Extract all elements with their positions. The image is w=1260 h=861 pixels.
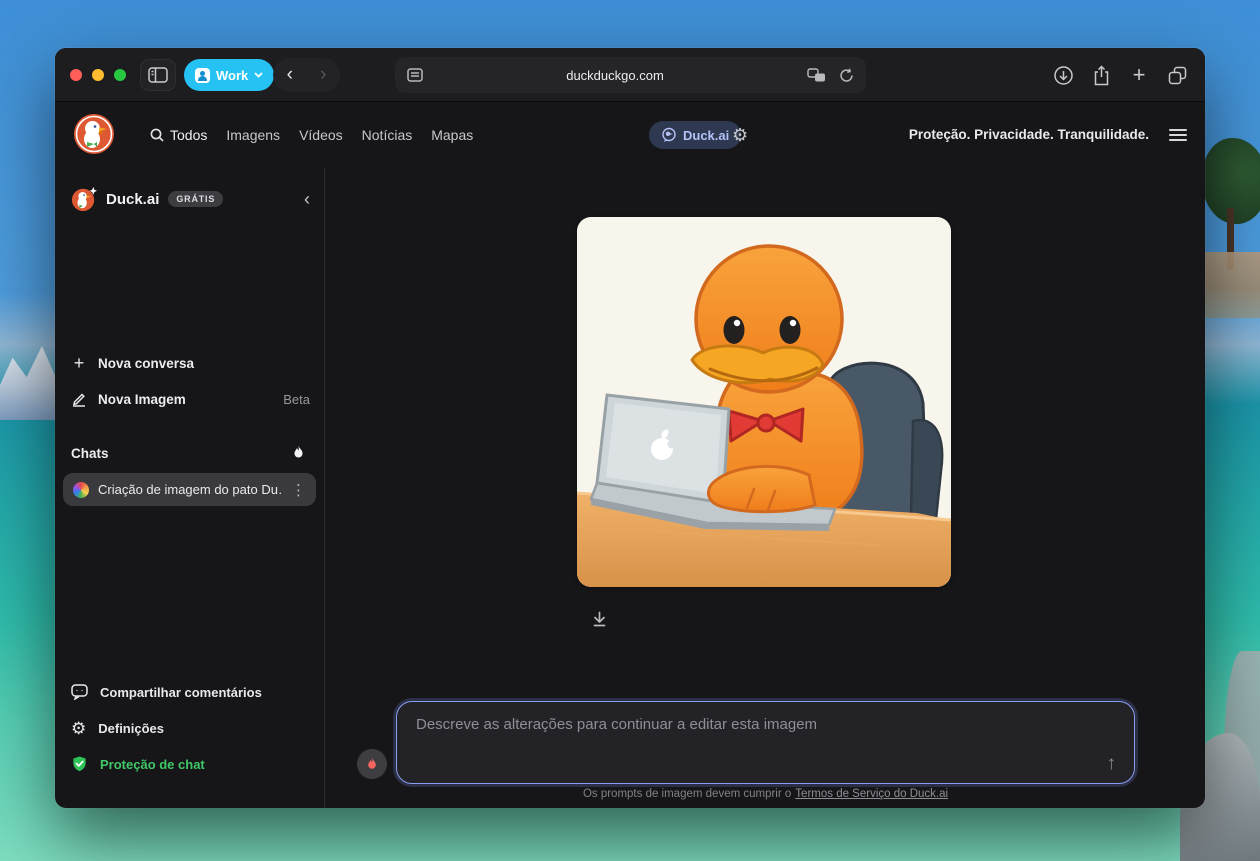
tab-maps[interactable]: Mapas [431,127,473,143]
minimize-window-button[interactable] [92,69,104,81]
new-tab-button[interactable]: + [1127,62,1151,88]
terms-link[interactable]: Termos de Serviço do Duck.ai [795,788,948,800]
zoom-window-button[interactable] [114,69,126,81]
chat-list-item[interactable]: Criação de imagem do pato Du… ⋮ [63,473,316,506]
profile-switcher-button[interactable]: Work [184,59,274,91]
forward-button[interactable]: › [307,60,341,90]
downloads-button[interactable] [1051,65,1075,86]
search-icon [150,128,164,142]
assistant-flame-avatar [357,749,387,779]
gratis-badge: GRÁTIS [168,191,223,207]
chat-protection-label: Proteção de chat [100,757,205,772]
tab-videos[interactable]: Vídeos [299,127,343,143]
chat-protection-button[interactable]: Proteção de chat [71,746,310,782]
tab-all[interactable]: Todos [150,127,207,143]
tab-images[interactable]: Imagens [226,127,280,143]
menu-hamburger-icon[interactable] [1169,129,1187,141]
duckai-brand-row: Duck.ai GRÁTIS ‹ [71,182,310,216]
browser-window: Work ‹ › duckduckgo.com [55,48,1205,808]
tagline-text: Proteção. Privacidade. Tranquilidade. [909,127,1149,142]
submit-prompt-button[interactable]: ↑ [1107,753,1117,775]
back-button[interactable]: ‹ [273,60,307,90]
translate-icon[interactable] [807,68,826,83]
browser-toolbar: Work ‹ › duckduckgo.com [55,48,1205,102]
duckai-header-button[interactable]: Duck.ai [649,121,741,149]
duckduckgo-header: Todos Imagens Vídeos Notícias Mapas Duck… [55,102,1205,168]
pencil-icon [71,391,87,407]
sidebar-toggle-icon [148,67,168,83]
profile-badge-icon [195,68,210,83]
close-window-button[interactable] [70,69,82,81]
duckai-logo-icon [71,186,97,212]
composer-footer: Os prompts de imagem devem cumprir o Term… [396,788,1135,800]
duckai-sidebar: Duck.ai GRÁTIS ‹ + Nova conversa Nova Im… [55,168,324,808]
settings-label: Definições [98,721,164,736]
share-button[interactable] [1089,65,1113,86]
share-feedback-button[interactable]: Compartilhar comentários [71,674,310,710]
new-image-label: Nova Imagem [98,392,186,407]
download-image-button[interactable] [586,606,612,632]
duckai-label: Duck.ai [683,128,729,143]
page-settings-icon[interactable] [407,68,423,82]
chat-item-title: Criação de imagem do pato Du… [98,482,282,497]
shield-check-icon [71,755,88,773]
prompt-input[interactable] [397,702,1134,783]
toolbar-right-actions: + [1051,48,1189,102]
tab-overview-button[interactable] [1165,66,1189,85]
chats-label: Chats [71,446,109,461]
wallpaper-pine-tree [1198,138,1260,270]
url-text: duckduckgo.com [423,68,807,83]
prompt-composer: ↑ [396,701,1135,784]
collapse-sidebar-button[interactable]: ‹ [304,191,310,207]
share-feedback-label: Compartilhar comentários [100,685,262,700]
duckai-icon [661,127,677,143]
new-chat-button[interactable]: + Nova conversa [71,348,310,378]
flame-icon [365,757,379,772]
feedback-bubble-icon [71,684,88,700]
duckduckgo-logo[interactable] [73,113,115,155]
duck-illustration [577,217,951,587]
sidebar-toggle-button[interactable] [141,60,175,90]
new-image-button[interactable]: Nova Imagem Beta [71,384,310,414]
beta-tag: Beta [283,392,310,407]
sidebar-footer: Compartilhar comentários ⚙ Definições Pr… [71,674,310,782]
search-vertical-nav: Todos Imagens Vídeos Notícias Mapas [150,102,473,168]
reload-icon[interactable] [839,68,854,83]
profile-label: Work [216,68,248,83]
fire-icon [291,445,306,461]
settings-button[interactable]: ⚙ Definições [71,710,310,746]
sidebar-divider [324,168,325,808]
traffic-lights [70,69,126,81]
chat-item-menu-button[interactable]: ⋮ [291,481,306,499]
history-nav: ‹ › [273,58,340,92]
wallpaper-shore-rocks [1200,252,1260,318]
duckai-title: Duck.ai [106,191,159,208]
new-chat-label: Nova conversa [98,356,194,371]
image-model-icon [73,482,89,498]
settings-gear-icon[interactable]: ⚙ [732,125,748,145]
address-bar[interactable]: duckduckgo.com [395,57,866,93]
chevron-down-icon [254,72,263,78]
plus-icon: + [71,353,87,374]
generated-image[interactable] [577,217,951,587]
gear-icon: ⚙ [71,720,86,737]
chats-section-header: Chats [71,440,306,466]
terms-notice-text: Os prompts de imagem devem cumprir o [583,788,791,800]
download-icon [590,611,609,628]
tab-news[interactable]: Notícias [362,127,413,143]
